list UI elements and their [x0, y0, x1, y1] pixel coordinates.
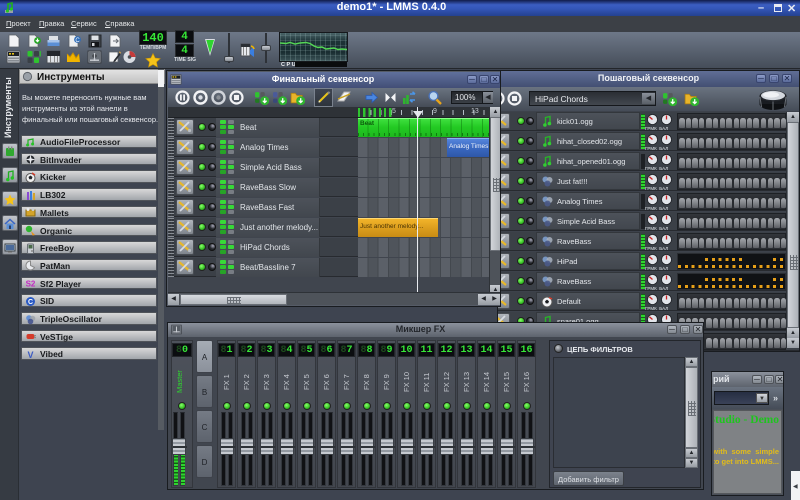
- svg-text:V: V: [27, 350, 33, 360]
- svg-text:C: C: [75, 38, 80, 44]
- svg-text:S2: S2: [26, 280, 36, 289]
- svg-text:C: C: [28, 299, 33, 306]
